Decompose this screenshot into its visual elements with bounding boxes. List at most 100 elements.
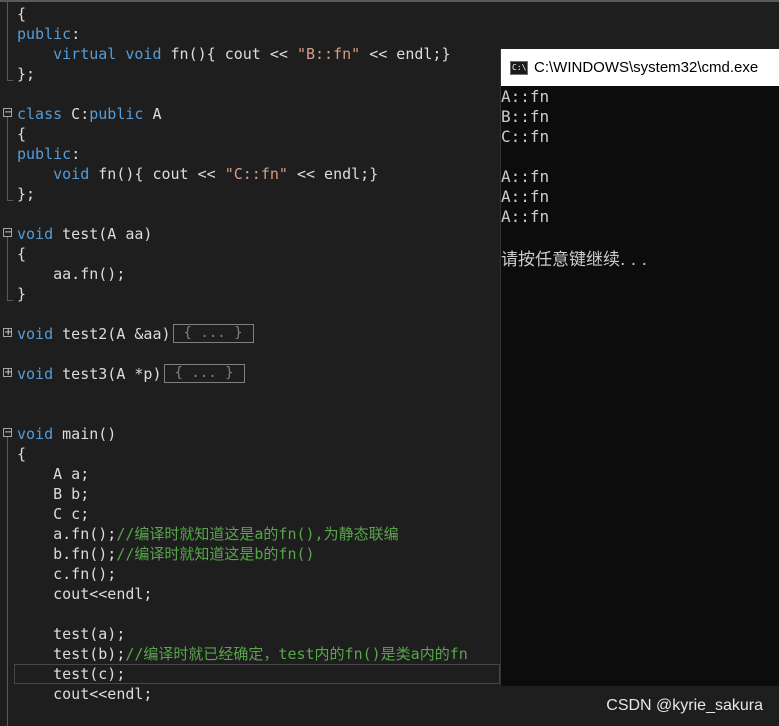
code-text: {	[17, 124, 26, 144]
fold-guide-class-b	[7, 0, 8, 80]
console-line: B::fn	[501, 107, 550, 126]
code-text: test(b);//编译时就已经确定，test内的fn()是类a内的fn	[17, 644, 468, 664]
code-token: };	[17, 185, 36, 203]
code-token: A a;	[17, 465, 90, 483]
keyword-token: void	[17, 325, 54, 343]
code-text: a.fn();//编译时就知道这是a的fn(),为静态联编	[17, 524, 399, 544]
keyword-token: virtual	[53, 45, 117, 63]
code-text: void test2(A &aa){ ... }	[17, 324, 254, 344]
code-token: B b;	[17, 485, 90, 503]
code-token: test3(A *p)	[53, 365, 162, 383]
console-line: A::fn	[501, 167, 550, 186]
code-text: virtual void fn(){ cout << "B::fn" << en…	[17, 44, 451, 64]
fold-end-class-b	[7, 80, 13, 81]
watermark: CSDN @kyrie_sakura	[606, 697, 763, 714]
code-token: fn(){ cout <<	[161, 45, 297, 63]
code-token: C:	[62, 105, 90, 123]
keyword-token: void	[125, 45, 162, 63]
code-text: c.fn();	[17, 564, 116, 584]
code-token: test(c);	[17, 665, 126, 683]
code-text: cout<<endl;	[17, 684, 152, 704]
code-text: test(c);	[17, 664, 125, 684]
code-text: void test3(A *p){ ... }	[17, 364, 245, 384]
code-text: }	[17, 284, 26, 304]
code-text: void test(A aa)	[17, 224, 152, 244]
console-title-bar[interactable]: C:\ C:\WINDOWS\system32\cmd.exe	[501, 49, 779, 86]
code-text: {	[17, 444, 26, 464]
code-token: test2(A &aa)	[53, 325, 171, 343]
string-token: "B::fn"	[296, 45, 361, 63]
code-token: main()	[53, 425, 117, 443]
code-text: C c;	[17, 504, 89, 524]
collapse-test-icon[interactable]: −	[3, 228, 12, 238]
console-window[interactable]: C:\ C:\WINDOWS\system32\cmd.exe A::fn B::…	[500, 49, 779, 686]
code-text: aa.fn();	[17, 264, 125, 284]
code-text: class C:public A	[17, 104, 162, 124]
code-token: test(a);	[17, 625, 126, 643]
collapsed-block[interactable]: { ... }	[172, 324, 254, 343]
code-token: cout<<endl;	[17, 685, 153, 703]
collapse-class-c-icon[interactable]: −	[3, 108, 12, 118]
code-text: void main()	[17, 424, 116, 444]
collapse-main-icon[interactable]: −	[3, 428, 12, 438]
code-token: fn(){ cout <<	[89, 165, 225, 183]
expand-test2-icon[interactable]: +	[3, 328, 12, 338]
code-token: test(b);	[17, 645, 126, 663]
keyword-token: public	[17, 25, 72, 43]
fold-end-test	[7, 300, 13, 301]
code-text: public:	[17, 24, 80, 44]
console-line: C::fn	[501, 127, 550, 146]
code-token: :	[71, 145, 81, 163]
code-token: {	[17, 125, 27, 143]
code-text: public:	[17, 144, 80, 164]
fold-guide-test	[7, 237, 8, 300]
console-line: A::fn	[501, 187, 550, 206]
code-token: };	[17, 65, 36, 83]
keyword-token: void	[17, 225, 54, 243]
code-token: {	[17, 5, 27, 23]
code-token: {	[17, 245, 27, 263]
comment-token: //编译时就知道这是a的fn(),为静态联编	[116, 525, 399, 543]
expand-test3-icon[interactable]: +	[3, 368, 12, 378]
keyword-token: void	[17, 425, 54, 443]
console-prompt: 请按任意键继续. . .	[501, 250, 648, 270]
code-token: c.fn();	[17, 565, 117, 583]
fold-end-class-c	[7, 200, 13, 201]
code-text: };	[17, 64, 35, 84]
code-token: }	[17, 285, 27, 303]
code-text: {	[17, 4, 26, 24]
console-line: A::fn	[501, 87, 550, 106]
code-token: a.fn();	[17, 525, 117, 543]
code-text: test(a);	[17, 624, 125, 644]
code-text: b.fn();//编译时就知道这是b的fn()	[17, 544, 314, 564]
code-token: :	[71, 25, 81, 43]
console-title: C:\WINDOWS\system32\cmd.exe	[534, 59, 759, 76]
keyword-token: class	[17, 105, 63, 123]
keyword-token: public	[89, 105, 144, 123]
code-token: {	[17, 445, 27, 463]
keyword-token: public	[17, 145, 72, 163]
comment-token: //编译时就已经确定，test内的fn()是类a内的fn	[125, 645, 468, 663]
code-text: A a;	[17, 464, 89, 484]
code-text: cout<<endl;	[17, 584, 152, 604]
keyword-token: void	[17, 365, 54, 383]
code-token: aa.fn();	[17, 265, 126, 283]
code-text: };	[17, 184, 35, 204]
keyword-token: void	[53, 165, 90, 183]
code-token: << endl;}	[360, 45, 451, 63]
collapsed-block[interactable]: { ... }	[163, 364, 245, 383]
code-text: void fn(){ cout << "C::fn" << endl;}	[17, 164, 378, 184]
console-icon: C:\	[510, 60, 528, 75]
code-token: C c;	[17, 505, 90, 523]
fold-guide-class-c	[7, 117, 8, 200]
editor-top-border	[0, 0, 779, 2]
code-token: test(A aa)	[53, 225, 153, 243]
string-token: "C::fn"	[224, 165, 288, 183]
code-text: B b;	[17, 484, 89, 504]
code-text: {	[17, 244, 26, 264]
code-token: cout<<endl;	[17, 585, 153, 603]
